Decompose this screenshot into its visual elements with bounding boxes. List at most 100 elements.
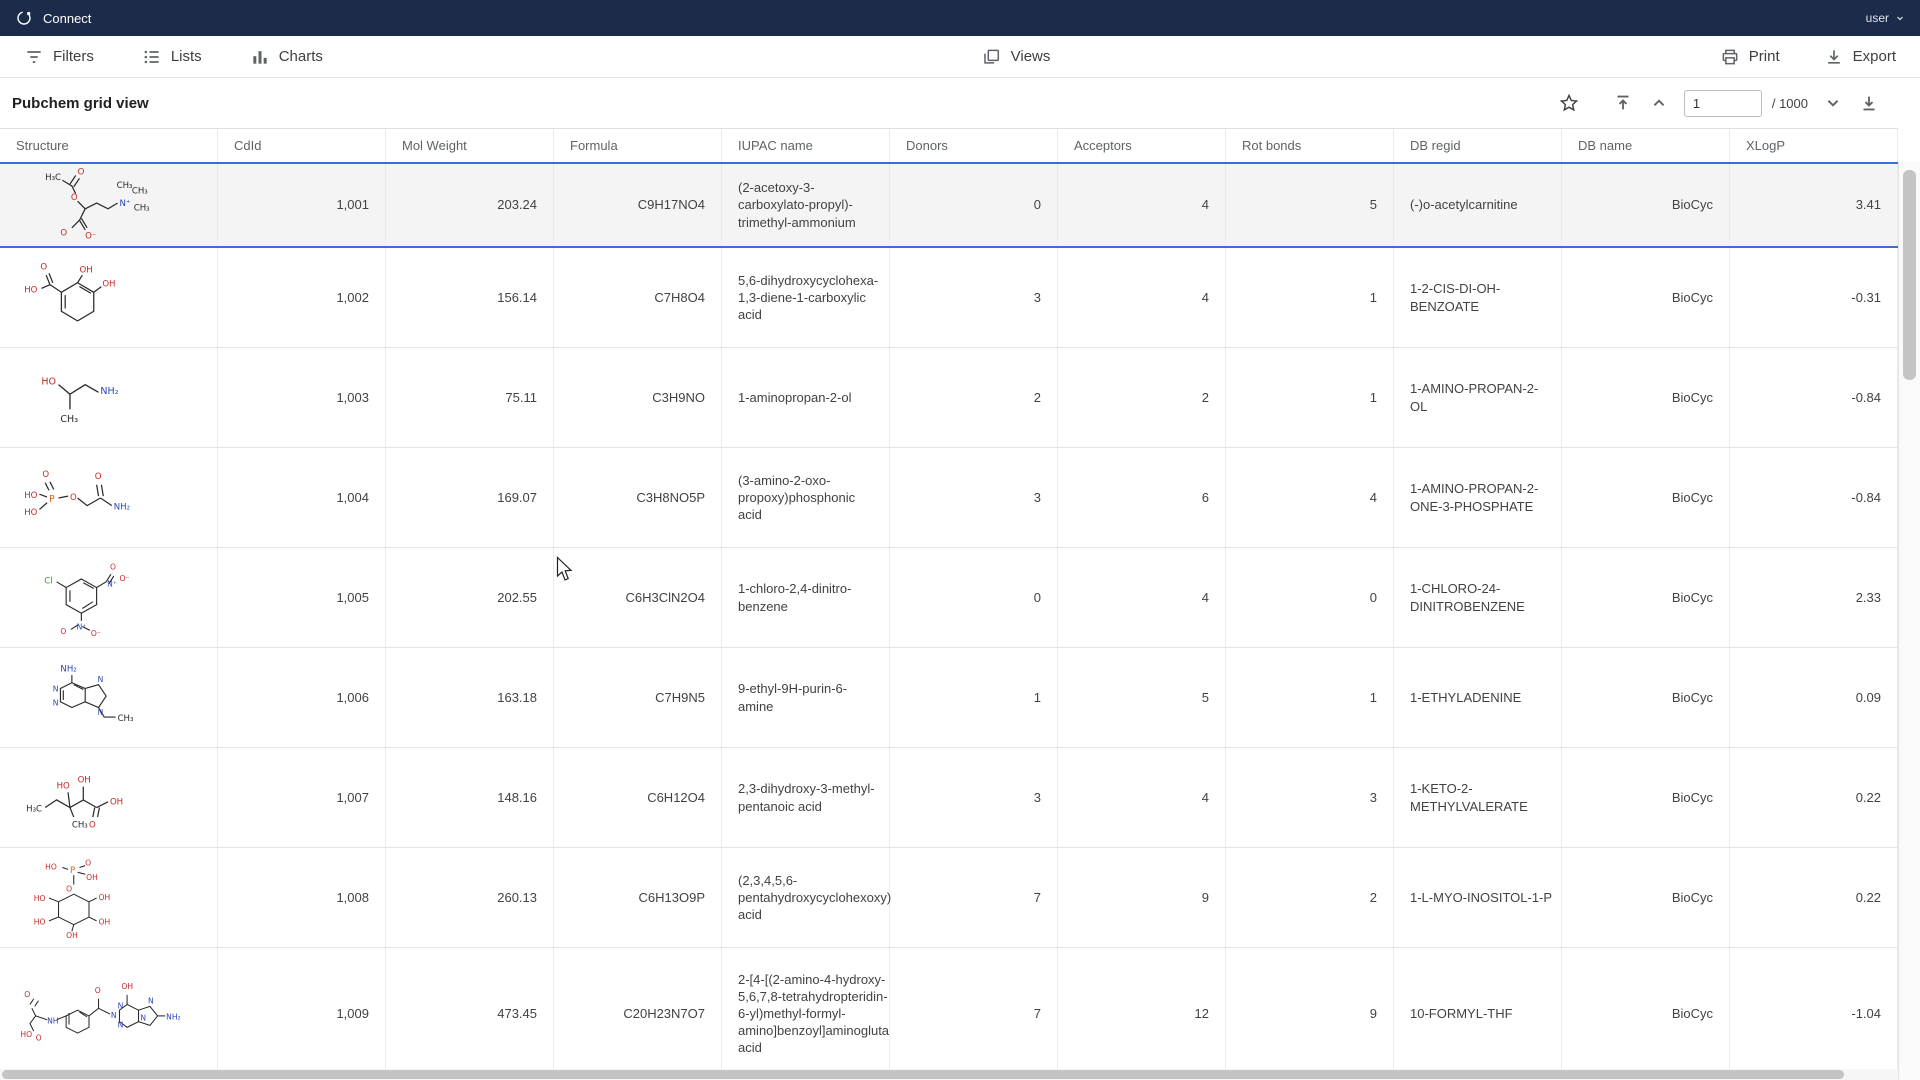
structure-image-myo-inositol-phosphate: HO O P OH O HO OH OH HO OH <box>16 858 202 938</box>
cell-mol-weight: 156.14 <box>386 248 554 347</box>
user-menu[interactable]: user <box>1866 11 1906 25</box>
svg-text:CH₃: CH₃ <box>131 187 147 197</box>
col-header-donors[interactable]: Donors <box>890 129 1058 162</box>
cell-acceptors: 4 <box>1058 248 1226 347</box>
horizontal-scrollbar[interactable] <box>0 1069 1898 1080</box>
table-body: H₃C O O O O⁻ N⁺ CH₃ CH₃ CH₃ 1,001 203.24… <box>0 162 1898 1080</box>
col-header-structure[interactable]: Structure <box>0 129 218 162</box>
col-header-xlogp[interactable]: XLogP <box>1730 129 1898 162</box>
structure-cell: Cl N⁺ O O⁻ N⁺ O O⁻ <box>0 548 218 647</box>
svg-text:O: O <box>70 193 77 203</box>
col-header-cdid[interactable]: CdId <box>218 129 386 162</box>
structure-cell: O HO O NH O N N N N N OH NH₂ <box>0 948 218 1079</box>
chevron-down-icon <box>1894 12 1906 24</box>
cell-mol-weight: 473.45 <box>386 948 554 1079</box>
vertical-scrollbar-thumb[interactable] <box>1903 170 1916 380</box>
svg-text:OH: OH <box>79 265 92 275</box>
col-header-db-regid[interactable]: DB regid <box>1394 129 1562 162</box>
svg-text:O: O <box>88 820 95 830</box>
svg-text:HO: HO <box>56 781 69 791</box>
cell-rot-bonds: 0 <box>1226 548 1394 647</box>
svg-text:NH₂: NH₂ <box>60 664 76 674</box>
charts-button[interactable]: Charts <box>250 47 323 67</box>
filters-button[interactable]: Filters <box>24 47 94 67</box>
svg-text:O: O <box>60 228 67 238</box>
app-brand[interactable]: Connect <box>14 8 91 28</box>
svg-text:NH₂: NH₂ <box>100 386 118 397</box>
last-page-button[interactable] <box>1854 88 1884 118</box>
cell-donors: 0 <box>890 164 1058 246</box>
cell-cdid: 1,005 <box>218 548 386 647</box>
table-row[interactable]: HO O P OH O HO OH OH HO OH 1,008 260.13 … <box>0 848 1898 948</box>
svg-text:CH₃: CH₃ <box>116 181 132 191</box>
svg-text:N: N <box>117 1020 123 1029</box>
cell-db-regid: 1-KETO-2-METHYLVALERATE <box>1394 748 1562 847</box>
next-page-button[interactable] <box>1818 88 1848 118</box>
svg-text:P: P <box>49 493 55 504</box>
toolbar: Filters Lists Charts Views Print <box>0 36 1920 78</box>
cell-formula: C7H8O4 <box>554 248 722 347</box>
print-button[interactable]: Print <box>1720 47 1780 67</box>
svg-text:N⁺: N⁺ <box>76 622 86 631</box>
col-header-formula[interactable]: Formula <box>554 129 722 162</box>
table-row[interactable]: HO NH₂ CH₃ 1,003 75.11 C3H9NO 1-aminopro… <box>0 348 1898 448</box>
cell-iupac: 1-aminopropan-2-ol <box>722 348 890 447</box>
vertical-scrollbar[interactable] <box>1898 162 1920 1080</box>
cell-formula: C6H13O9P <box>554 848 722 947</box>
export-button[interactable]: Export <box>1824 47 1896 67</box>
svg-text:NH₂: NH₂ <box>113 502 129 512</box>
cell-donors: 0 <box>890 548 1058 647</box>
cell-rot-bonds: 2 <box>1226 848 1394 947</box>
lists-button[interactable]: Lists <box>142 47 202 67</box>
svg-text:O: O <box>24 989 30 998</box>
cell-formula: C6H12O4 <box>554 748 722 847</box>
table-row[interactable]: O HO OH OH 1,002 156.14 C7H8O4 5,6-dihyd… <box>0 248 1898 348</box>
page-number-input[interactable] <box>1684 90 1762 117</box>
previous-page-button[interactable] <box>1644 88 1674 118</box>
bar-chart-icon <box>250 47 270 67</box>
table-row[interactable]: Cl N⁺ O O⁻ N⁺ O O⁻ 1,005 202.55 C6H3ClN2… <box>0 548 1898 648</box>
structure-cell: HO O P OH O HO OH OH HO OH <box>0 848 218 947</box>
col-header-db-name[interactable]: DB name <box>1562 129 1730 162</box>
svg-text:OH: OH <box>102 279 115 289</box>
cell-db-name: BioCyc <box>1562 948 1730 1079</box>
cell-formula: C20H23N7O7 <box>554 948 722 1079</box>
print-label: Print <box>1749 48 1780 65</box>
structure-cell: NH₂ N N N N CH₃ <box>0 648 218 747</box>
table-header-row: Structure CdId Mol Weight Formula IUPAC … <box>0 128 1898 162</box>
cell-acceptors: 4 <box>1058 164 1226 246</box>
first-page-button[interactable] <box>1608 88 1638 118</box>
cell-cdid: 1,001 <box>218 164 386 246</box>
table-row[interactable]: HO HO O P O O NH₂ 1,004 169.07 C3H8NO5P … <box>0 448 1898 548</box>
svg-text:H₃C: H₃C <box>26 804 42 814</box>
svg-text:HO: HO <box>24 508 37 518</box>
cell-db-regid: 1-2-CIS-DI-OH-BENZOATE <box>1394 248 1562 347</box>
col-header-iupac[interactable]: IUPAC name <box>722 129 890 162</box>
filters-label: Filters <box>53 48 94 65</box>
printer-icon <box>1720 47 1740 67</box>
table-row[interactable]: H₃C HO OH O OH CH₃ 1,007 148.16 C6H12O4 … <box>0 748 1898 848</box>
cell-cdid: 1,006 <box>218 648 386 747</box>
col-header-mol-weight[interactable]: Mol Weight <box>386 129 554 162</box>
svg-text:H₃C: H₃C <box>45 173 61 183</box>
col-header-acceptors[interactable]: Acceptors <box>1058 129 1226 162</box>
svg-text:CH₃: CH₃ <box>71 820 87 830</box>
cell-donors: 7 <box>890 948 1058 1079</box>
table-row[interactable]: O HO O NH O N N N N N OH NH₂ 1,009 473.4… <box>0 948 1898 1080</box>
cell-cdid: 1,002 <box>218 248 386 347</box>
horizontal-scrollbar-thumb[interactable] <box>2 1070 1844 1079</box>
col-header-rot-bonds[interactable]: Rot bonds <box>1226 129 1394 162</box>
table-row[interactable]: H₃C O O O O⁻ N⁺ CH₃ CH₃ CH₃ 1,001 203.24… <box>0 162 1898 248</box>
svg-text:OH: OH <box>109 797 122 807</box>
cell-xlogp: -0.31 <box>1730 248 1898 347</box>
toolbar-right-group: Print Export <box>1720 47 1896 67</box>
cell-db-name: BioCyc <box>1562 848 1730 947</box>
views-label: Views <box>1011 48 1051 65</box>
cell-mol-weight: 260.13 <box>386 848 554 947</box>
svg-text:N: N <box>52 684 58 693</box>
table-row[interactable]: NH₂ N N N N CH₃ 1,006 163.18 C7H9N5 9-et… <box>0 648 1898 748</box>
cell-db-name: BioCyc <box>1562 248 1730 347</box>
views-button[interactable]: Views <box>982 47 1051 67</box>
svg-text:OH: OH <box>121 982 133 991</box>
favorite-button[interactable] <box>1554 88 1584 118</box>
